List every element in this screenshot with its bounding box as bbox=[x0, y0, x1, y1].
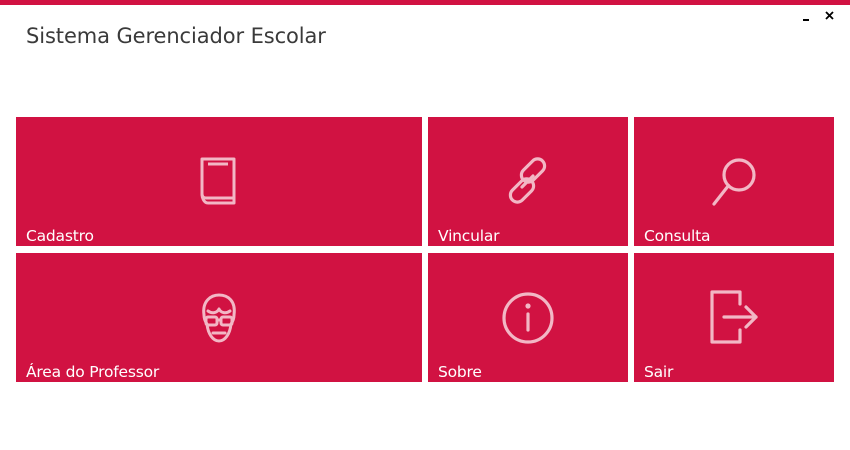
tile-label-sobre: Sobre bbox=[438, 363, 482, 381]
tile-consulta[interactable]: Consulta bbox=[634, 117, 834, 246]
info-icon bbox=[500, 290, 556, 346]
tile-label-sair: Sair bbox=[644, 363, 674, 381]
tile-label-cadastro: Cadastro bbox=[26, 227, 94, 245]
tile-sair[interactable]: Sair bbox=[634, 253, 834, 382]
close-icon bbox=[825, 11, 834, 20]
teacher-icon bbox=[191, 291, 247, 347]
search-icon bbox=[706, 153, 762, 209]
minimize-icon bbox=[803, 19, 809, 21]
minimize-button[interactable] bbox=[799, 8, 815, 24]
link-icon bbox=[500, 153, 556, 209]
tile-sobre[interactable]: Sobre bbox=[428, 253, 628, 382]
tile-area-do-professor[interactable]: Área do Professor bbox=[16, 253, 422, 382]
close-button[interactable] bbox=[822, 8, 838, 24]
exit-icon bbox=[706, 290, 762, 346]
top-accent-bar bbox=[0, 0, 850, 5]
tile-cadastro[interactable]: Cadastro bbox=[16, 117, 422, 246]
app-title: Sistema Gerenciador Escolar bbox=[26, 24, 326, 48]
tile-label-consulta: Consulta bbox=[644, 227, 711, 245]
tile-vincular[interactable]: Vincular bbox=[428, 117, 628, 246]
book-icon bbox=[191, 153, 247, 209]
tile-label-area-do-professor: Área do Professor bbox=[26, 363, 160, 381]
tile-label-vincular: Vincular bbox=[438, 227, 500, 245]
